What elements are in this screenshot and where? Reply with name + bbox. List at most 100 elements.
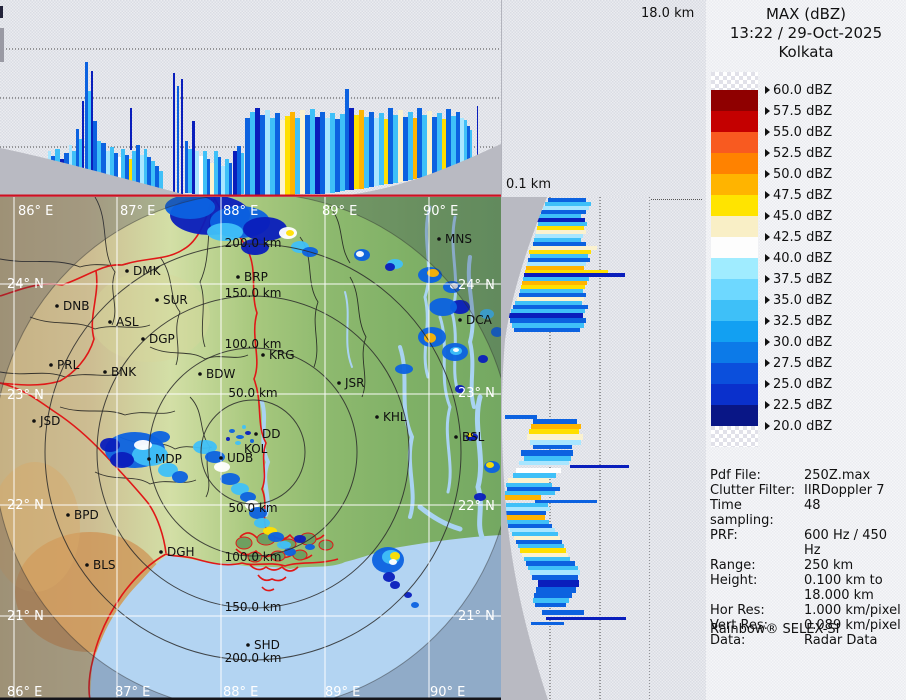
tick-arrow-icon bbox=[765, 359, 770, 367]
echo-bar bbox=[523, 277, 589, 281]
range-ring-label: 50.0 km bbox=[228, 386, 277, 400]
echo-cell bbox=[172, 471, 188, 483]
metadata-row: Time sampling: 48 bbox=[710, 498, 904, 528]
metadata-row: PRF: 600 Hz / 450 Hz bbox=[710, 528, 904, 558]
echo-bar bbox=[275, 113, 280, 195]
color-swatch bbox=[711, 195, 758, 216]
echo-bar bbox=[214, 151, 218, 196]
echo-bar bbox=[548, 198, 586, 202]
scale-value-label: 30.0 dBZ bbox=[765, 335, 832, 350]
metadata-value: IIRDoppler 7 bbox=[804, 483, 885, 498]
city-label: BNK bbox=[111, 365, 137, 379]
city-dot bbox=[375, 415, 379, 419]
station-name: Kolkata bbox=[778, 43, 834, 61]
echo-bar bbox=[345, 89, 349, 190]
longitude-label: 86° E bbox=[18, 204, 53, 219]
color-swatch bbox=[711, 153, 758, 174]
echo-bar bbox=[529, 250, 591, 254]
city-label: BRP bbox=[244, 270, 268, 284]
echo-cell bbox=[486, 462, 494, 468]
echo-bar bbox=[403, 117, 408, 181]
echo-bar bbox=[515, 301, 582, 305]
echo-cell bbox=[305, 544, 315, 550]
metadata-value: 250 km bbox=[804, 558, 854, 573]
echo-bar bbox=[512, 532, 558, 536]
echo-bar bbox=[210, 163, 214, 196]
axis-tick bbox=[0, 6, 3, 18]
echo-cell bbox=[254, 518, 270, 528]
echo-bar bbox=[524, 557, 570, 561]
range-ring-label: 150.0 km bbox=[225, 286, 282, 300]
echo-bar bbox=[427, 111, 432, 176]
echo-bar bbox=[531, 424, 581, 429]
metadata-label: PRF: bbox=[710, 528, 738, 543]
echo-cell bbox=[424, 333, 436, 343]
echo-bar bbox=[467, 126, 470, 162]
echo-bar bbox=[530, 570, 580, 575]
echo-bar bbox=[388, 108, 393, 184]
latitude-label: 24° N bbox=[458, 278, 495, 293]
echo-bar bbox=[521, 285, 585, 289]
echo-bar bbox=[531, 622, 564, 625]
echo-bar bbox=[512, 323, 584, 328]
radar-map-panel: 86° E 87° E 88° E 89° E 90° E 86° E 87° E 88° E… bbox=[0, 197, 501, 700]
scale-value-label: 45.0 dBZ bbox=[765, 209, 832, 224]
echo-bar bbox=[508, 524, 552, 528]
city-dot bbox=[85, 563, 89, 567]
metadata-label: Time sampling: bbox=[710, 498, 774, 528]
legend-title-block: MAX (dBZ) 13:22 / 29-Oct-2025 Kolkata bbox=[706, 5, 906, 62]
echo-bar bbox=[413, 118, 417, 179]
range-ring-label: 100.0 km bbox=[225, 550, 282, 564]
echo-bar bbox=[516, 468, 561, 473]
city-dot bbox=[458, 318, 462, 322]
echo-bar bbox=[522, 281, 587, 285]
echo-bar bbox=[524, 273, 625, 277]
color-swatch bbox=[711, 342, 758, 363]
latitude-label: 22° N bbox=[458, 499, 495, 514]
longitude-label: 88° E bbox=[223, 204, 258, 219]
city-label: JSR bbox=[344, 376, 365, 390]
echo-cell bbox=[383, 572, 395, 582]
city-label: JSD bbox=[39, 414, 60, 428]
echo-bar bbox=[509, 313, 583, 318]
metadata-value: 0.100 km to 18.000 km bbox=[804, 573, 883, 603]
echo-bar bbox=[199, 156, 203, 195]
echo-bar bbox=[531, 246, 597, 250]
echo-bar bbox=[233, 151, 237, 196]
city-dot bbox=[155, 298, 159, 302]
color-swatch bbox=[711, 321, 758, 342]
top-cross-section-panel bbox=[0, 0, 502, 197]
echo-bar bbox=[535, 500, 597, 503]
echo-cell bbox=[242, 425, 246, 429]
echo-cell bbox=[294, 535, 306, 543]
color-swatch bbox=[711, 132, 758, 153]
echo-bar bbox=[528, 258, 590, 262]
echo-bar bbox=[185, 141, 188, 193]
echo-bar bbox=[538, 222, 587, 226]
city-label: DGP bbox=[149, 332, 175, 346]
echo-bar bbox=[514, 536, 560, 540]
scale-value-label: 52.5 dBZ bbox=[765, 146, 832, 161]
echo-bar bbox=[511, 309, 585, 313]
scale-value-label: 27.5 dBZ bbox=[765, 356, 832, 371]
echo-bar bbox=[522, 553, 568, 557]
echo-bar bbox=[533, 242, 586, 246]
tick-arrow-icon bbox=[765, 422, 770, 430]
longitude-label: 87° E bbox=[120, 204, 155, 219]
top-cross-section-plot bbox=[0, 6, 501, 197]
echo-bar bbox=[505, 507, 550, 511]
city-dot bbox=[125, 269, 129, 273]
tick-arrow-icon bbox=[765, 338, 770, 346]
echo-bar bbox=[519, 293, 586, 297]
echo-bar bbox=[506, 520, 549, 524]
tick-arrow-icon bbox=[765, 128, 770, 136]
echo-bar bbox=[537, 226, 584, 230]
echo-bar bbox=[359, 110, 364, 189]
color-swatch bbox=[711, 216, 758, 237]
echo-bar bbox=[422, 115, 427, 177]
longitude-label: 90° E bbox=[423, 204, 458, 219]
echo-bar bbox=[320, 112, 325, 194]
echo-cell bbox=[478, 355, 488, 363]
echo-bar bbox=[510, 528, 555, 532]
range-ring-label: 150.0 km bbox=[225, 600, 282, 614]
